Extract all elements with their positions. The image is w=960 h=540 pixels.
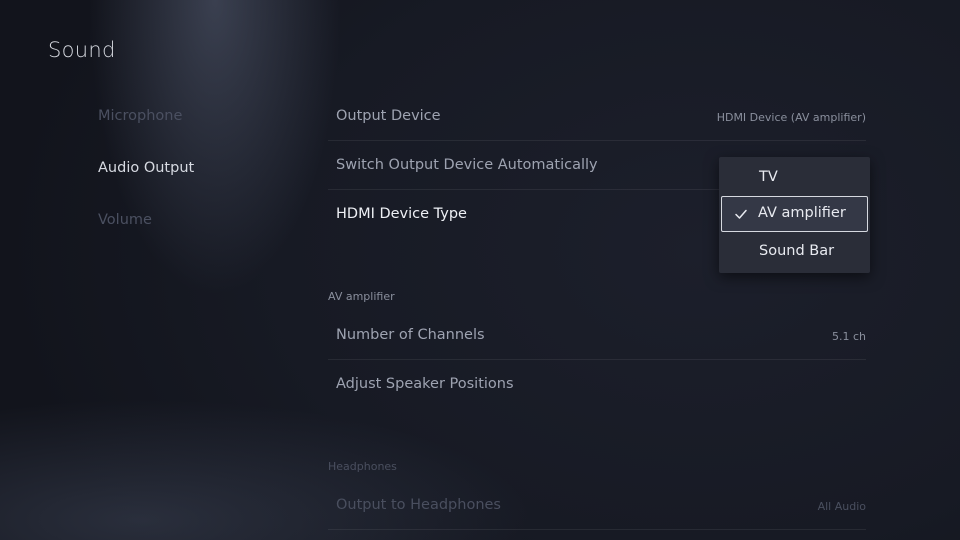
- output-to-headphones-row[interactable]: Output to Headphones All Audio: [328, 482, 866, 530]
- sound-settings-screen: Sound Microphone Audio Output Volume Out…: [0, 0, 960, 540]
- dropdown-option-sound-bar[interactable]: Sound Bar: [719, 234, 870, 270]
- output-to-headphones-label: Output to Headphones: [336, 497, 501, 513]
- nav-item-volume[interactable]: Volume: [98, 212, 152, 228]
- number-of-channels-row[interactable]: Number of Channels 5.1 ch: [328, 312, 866, 360]
- hdmi-device-type-label: HDMI Device Type: [336, 206, 467, 222]
- switch-output-auto-label: Switch Output Device Automatically: [336, 157, 598, 173]
- hdmi-device-type-dropdown: TV AV amplifier Sound Bar: [719, 157, 870, 273]
- output-device-label: Output Device: [336, 108, 441, 124]
- output-device-row[interactable]: Output Device HDMI Device (AV amplifier): [328, 93, 866, 141]
- number-of-channels-value: 5.1 ch: [831, 330, 866, 343]
- dropdown-option-label: TV: [759, 169, 778, 185]
- dropdown-option-av-amplifier[interactable]: AV amplifier: [721, 196, 868, 232]
- check-icon: [735, 209, 747, 219]
- adjust-speaker-positions-row[interactable]: Adjust Speaker Positions: [328, 361, 866, 409]
- av-amplifier-section-header: AV amplifier: [328, 290, 395, 303]
- dropdown-option-label: AV amplifier: [758, 205, 846, 221]
- adjust-speaker-positions-label: Adjust Speaker Positions: [336, 376, 514, 392]
- nav-item-audio-output[interactable]: Audio Output: [98, 160, 194, 176]
- output-to-headphones-value: All Audio: [817, 500, 866, 513]
- output-device-value: HDMI Device (AV amplifier): [716, 111, 866, 124]
- dropdown-option-label: Sound Bar: [759, 243, 835, 259]
- nav-item-microphone[interactable]: Microphone: [98, 108, 182, 124]
- dropdown-option-tv[interactable]: TV: [719, 160, 870, 196]
- headphones-section-header: Headphones: [328, 460, 397, 473]
- page-title: Sound: [48, 38, 116, 62]
- number-of-channels-label: Number of Channels: [336, 327, 485, 343]
